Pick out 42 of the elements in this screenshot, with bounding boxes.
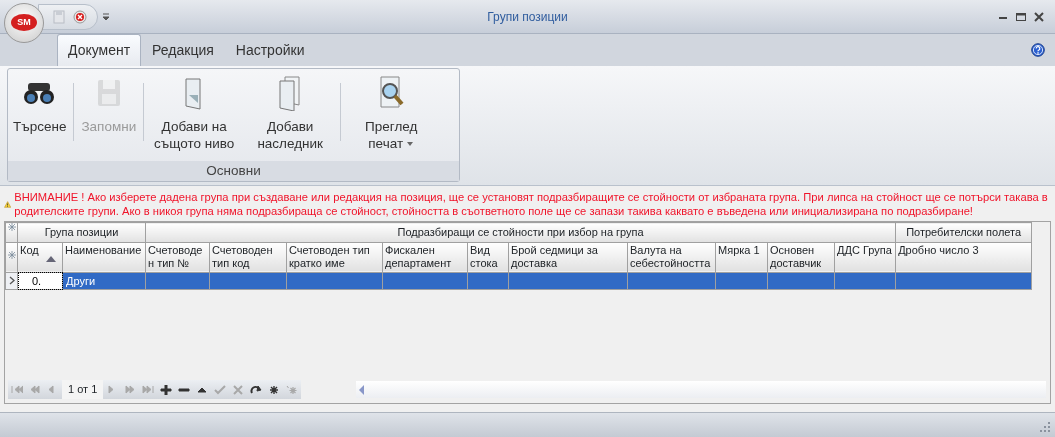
page-indicator: 1 от 1 bbox=[62, 380, 104, 399]
plus-icon[interactable] bbox=[160, 384, 173, 395]
column-chooser-icon[interactable] bbox=[7, 250, 16, 259]
column-header[interactable]: Фискален департамент bbox=[382, 242, 468, 272]
column-header[interactable]: Основен доставчик bbox=[767, 242, 835, 272]
group-label: Основни bbox=[8, 161, 459, 181]
ribbon-button[interactable]: Търсене bbox=[8, 73, 72, 161]
column-header[interactable]: Счетоводен тип кратко име bbox=[286, 242, 383, 272]
column-header[interactable]: Счетоводе н тип № bbox=[145, 242, 210, 272]
caret-icon bbox=[406, 141, 415, 148]
maximize-icon[interactable] bbox=[1015, 10, 1027, 23]
asterisk-icon[interactable] bbox=[268, 384, 281, 395]
close-icon[interactable] bbox=[1033, 10, 1045, 23]
ribbon-button[interactable]: Преглед печат bbox=[343, 73, 440, 161]
column-header[interactable]: Валута на себестойността bbox=[627, 242, 716, 272]
ribbon-tab[interactable]: Документ bbox=[57, 34, 142, 66]
help-icon[interactable] bbox=[1031, 43, 1045, 57]
customize-icon[interactable] bbox=[102, 12, 110, 21]
column-header[interactable]: Наименование bbox=[62, 242, 146, 272]
redo-icon[interactable] bbox=[250, 384, 263, 395]
ribbon-button[interactable]: Добави на същото ниво bbox=[146, 73, 243, 161]
warning-message: ВНИМАНИЕ ! Ако изберете дадена група при създаване или редакция на позиция, ще се установят подразбиращите се стойности от избраната група. При липса на стойност ще се потърси такава в родителските групи. Ако в никоя група няма подразбираща се стойност, стойността в съответното поле ще се запази такива каквато е въведена или инициализирана по подразбиране! bbox=[14, 190, 1049, 218]
window-title: Групи позиции bbox=[487, 8, 568, 26]
column-header[interactable]: Дробно число 3 bbox=[895, 242, 1032, 272]
sort-icon bbox=[46, 255, 56, 262]
band-header[interactable]: Потребителски полета bbox=[895, 222, 1032, 242]
row-pointer-icon bbox=[9, 275, 15, 285]
ribbon-button[interactable]: Добави наследник bbox=[242, 73, 339, 161]
column-header[interactable]: Брой седмици за доставка bbox=[508, 242, 628, 272]
ribbon-tab[interactable]: Редакция bbox=[141, 34, 225, 66]
band-chooser-icon[interactable] bbox=[7, 223, 16, 231]
column-header[interactable]: ДДС Група bbox=[834, 242, 896, 272]
column-header[interactable]: Счетоводен тип код bbox=[209, 242, 287, 272]
scroll-left-icon[interactable] bbox=[359, 384, 366, 395]
ribbon-tab[interactable]: Настройки bbox=[224, 34, 316, 66]
app-logo[interactable]: SM bbox=[11, 14, 37, 31]
resize-grip-icon[interactable] bbox=[1039, 421, 1051, 433]
close-icon[interactable] bbox=[73, 9, 87, 24]
band-header[interactable]: Подразбиращи се стойности при избор на група bbox=[145, 222, 896, 242]
band-header[interactable]: Група позиции bbox=[17, 222, 146, 242]
horizontal-scrollbar[interactable] bbox=[356, 381, 1047, 398]
column-header[interactable]: Мярка 1 bbox=[715, 242, 768, 272]
